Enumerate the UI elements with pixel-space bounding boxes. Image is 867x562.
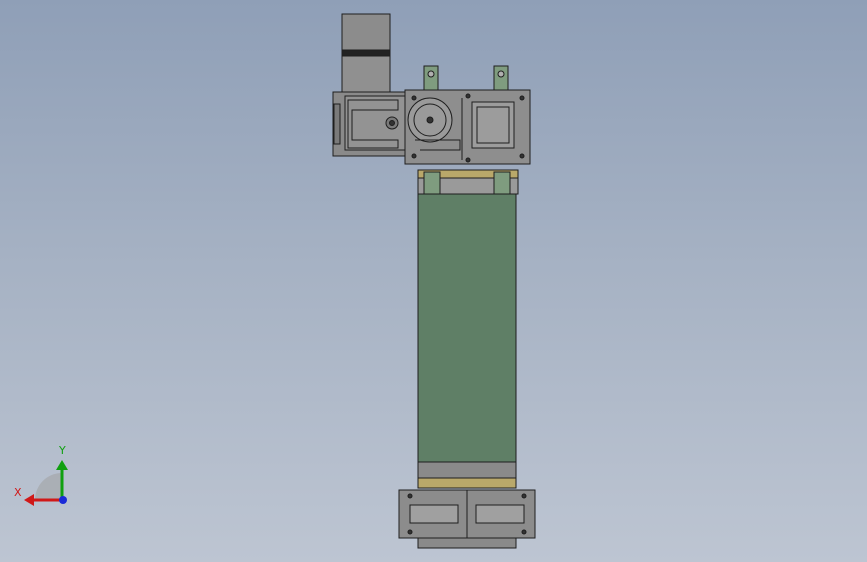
cad-model-view[interactable] xyxy=(0,0,867,562)
screw xyxy=(407,529,413,535)
left-gearbox[interactable] xyxy=(332,91,406,157)
base-plate[interactable] xyxy=(398,489,536,549)
y-axis-label: Y xyxy=(58,444,66,457)
screw xyxy=(407,493,413,499)
top-brackets[interactable] xyxy=(423,65,509,91)
z-axis-dot xyxy=(59,496,67,504)
screw xyxy=(465,93,471,99)
collar-bracket-left xyxy=(423,171,441,195)
bearing-center xyxy=(426,116,434,124)
y-axis-arrow xyxy=(56,460,68,470)
collar-bracket-right xyxy=(493,171,511,195)
bracket-hole xyxy=(427,70,435,78)
motor-band xyxy=(341,49,391,57)
bracket-left xyxy=(423,65,439,91)
cad-viewport[interactable]: Y X xyxy=(0,0,867,562)
bracket-hole xyxy=(497,70,505,78)
triad-plane xyxy=(35,473,62,500)
gold-ring-lower xyxy=(417,477,517,489)
screw xyxy=(465,157,471,163)
screw xyxy=(411,95,417,101)
tube-body[interactable] xyxy=(417,193,517,463)
collar-lower xyxy=(417,461,517,479)
motor[interactable] xyxy=(341,13,391,93)
screw xyxy=(411,153,417,159)
main-housing[interactable] xyxy=(404,89,531,165)
shaft-center xyxy=(389,120,395,126)
housing-window xyxy=(471,101,515,149)
base-slot-left xyxy=(409,504,459,524)
screw xyxy=(521,493,527,499)
motor-housing-lower xyxy=(341,55,391,93)
bracket-right xyxy=(493,65,509,91)
upper-collar[interactable] xyxy=(417,169,519,195)
lower-collar[interactable] xyxy=(417,461,517,489)
base-foot xyxy=(417,537,517,549)
screw xyxy=(519,153,525,159)
motor-housing-upper xyxy=(341,13,391,55)
gearbox-side-flange xyxy=(333,103,341,145)
screw xyxy=(519,95,525,101)
x-axis-label: X xyxy=(14,486,22,499)
axis-triad: Y X xyxy=(14,444,68,506)
screw xyxy=(521,529,527,535)
base-slot-right xyxy=(475,504,525,524)
x-axis-arrow xyxy=(24,494,34,506)
